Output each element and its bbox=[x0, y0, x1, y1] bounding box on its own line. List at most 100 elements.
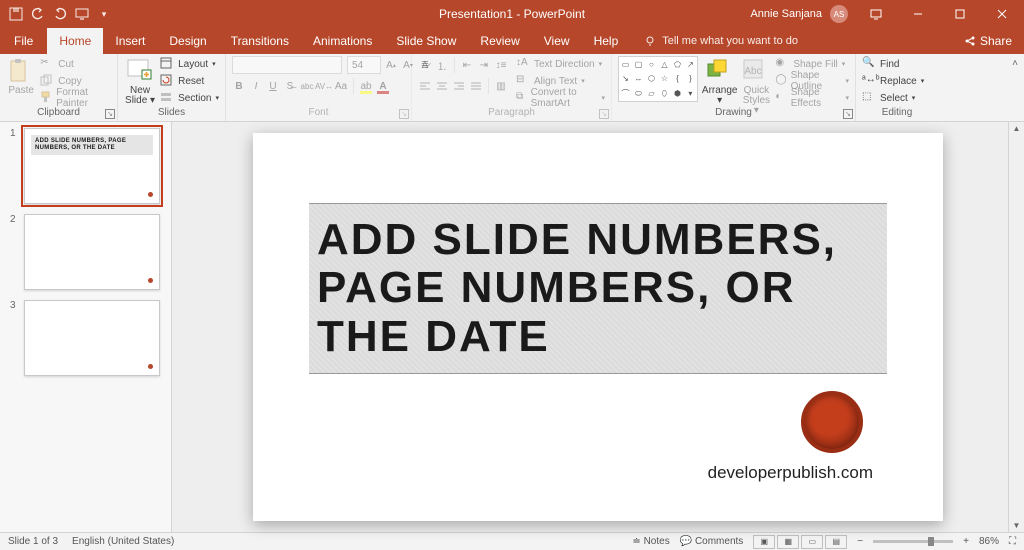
font-size-input[interactable]: 54 bbox=[347, 56, 381, 74]
notes-button[interactable]: ≐ Notes bbox=[632, 536, 669, 547]
title-bar: ▾ Presentation1 - PowerPoint Annie Sanja… bbox=[0, 0, 1024, 28]
thumbnail-slide-2[interactable] bbox=[24, 214, 160, 290]
paste-button[interactable]: Paste bbox=[6, 56, 36, 96]
arrange-button[interactable]: Arrange ▾ bbox=[702, 56, 738, 106]
reading-view-button[interactable]: ▭ bbox=[801, 535, 823, 549]
user-name[interactable]: Annie Sanjana bbox=[744, 8, 828, 20]
group-font-label: Font bbox=[226, 106, 411, 120]
highlight-icon[interactable]: ab bbox=[359, 79, 373, 93]
justify-icon[interactable] bbox=[469, 79, 483, 93]
columns-icon[interactable]: ▥ bbox=[494, 79, 508, 93]
arrange-icon bbox=[706, 58, 734, 84]
drawing-dialog-launcher[interactable]: ↘ bbox=[843, 109, 853, 119]
stamp-dot-icon bbox=[148, 364, 153, 369]
bullets-icon[interactable]: ≣ bbox=[418, 58, 432, 72]
shape-effects-button[interactable]: ◐Shape Effects ▾ bbox=[775, 90, 849, 106]
tab-insert[interactable]: Insert bbox=[103, 28, 157, 54]
underline-icon[interactable]: U bbox=[266, 79, 280, 93]
tab-home[interactable]: Home bbox=[47, 28, 103, 54]
ribbon-display-options-icon[interactable] bbox=[856, 0, 896, 28]
user-avatar[interactable]: AS bbox=[830, 5, 848, 23]
share-button[interactable]: Share bbox=[952, 28, 1024, 54]
replace-button[interactable]: ᵃ↔ᵇReplace ▾ bbox=[862, 73, 924, 89]
start-from-beginning-icon[interactable] bbox=[74, 6, 90, 22]
format-painter-button[interactable]: Format Painter bbox=[40, 90, 111, 106]
undo-icon[interactable] bbox=[30, 6, 46, 22]
layout-button[interactable]: Layout ▾ bbox=[160, 56, 219, 72]
zoom-level[interactable]: 86% bbox=[979, 536, 999, 547]
shapes-gallery[interactable]: ▭▢○△⬠↗ ↘↔⬡☆{} ⌒⬭▱⬯⬢▾ bbox=[618, 56, 698, 102]
decrease-indent-icon[interactable]: ⇤ bbox=[460, 58, 474, 72]
fit-to-window-button[interactable]: ⛶ bbox=[1009, 536, 1016, 547]
cut-icon: ✂ bbox=[40, 57, 54, 71]
line-spacing-icon[interactable]: ↕≡ bbox=[494, 58, 508, 72]
language-indicator[interactable]: English (United States) bbox=[72, 536, 174, 547]
reset-button[interactable]: Reset bbox=[160, 73, 219, 89]
zoom-out-button[interactable]: − bbox=[857, 536, 863, 547]
slide-counter[interactable]: Slide 1 of 3 bbox=[8, 536, 58, 547]
shape-effects-icon: ◐ bbox=[775, 91, 786, 105]
thumbnail-1[interactable]: 1 ADD SLIDE NUMBERS, PAGE NUMBERS, OR TH… bbox=[10, 128, 161, 204]
save-icon[interactable] bbox=[8, 6, 24, 22]
tell-me[interactable]: Tell me what you want to do bbox=[630, 28, 798, 54]
clipboard-dialog-launcher[interactable]: ↘ bbox=[105, 109, 115, 119]
font-family-input[interactable] bbox=[232, 56, 342, 74]
tab-view[interactable]: View bbox=[532, 28, 582, 54]
font-color-icon[interactable]: A bbox=[376, 79, 390, 93]
collapse-ribbon-icon[interactable]: ˄ bbox=[1012, 58, 1018, 69]
scroll-up-icon[interactable]: ▲ bbox=[1013, 124, 1021, 133]
thumbnail-2[interactable]: 2 bbox=[10, 214, 161, 290]
redo-icon[interactable] bbox=[52, 6, 68, 22]
text-shadow-icon[interactable]: abc bbox=[300, 79, 314, 93]
font-dialog-launcher[interactable]: ↘ bbox=[399, 109, 409, 119]
select-button[interactable]: ⬚Select ▾ bbox=[862, 90, 924, 106]
slide-title-placeholder[interactable]: ADD SLIDE NUMBERS, PAGE NUMBERS, OR THE … bbox=[309, 203, 887, 374]
new-slide-label: New Slide ▾ bbox=[124, 86, 156, 106]
find-button[interactable]: 🔍Find bbox=[862, 56, 924, 72]
align-left-icon[interactable] bbox=[418, 79, 432, 93]
increase-font-icon[interactable]: A▴ bbox=[384, 58, 398, 72]
strikethrough-icon[interactable]: S̶ bbox=[283, 79, 297, 93]
new-slide-button[interactable]: New Slide ▾ bbox=[124, 56, 156, 106]
thumbnail-slide-1[interactable]: ADD SLIDE NUMBERS, PAGE NUMBERS, OR THE … bbox=[24, 128, 160, 204]
cut-button[interactable]: ✂Cut bbox=[40, 56, 111, 72]
convert-smartart-button[interactable]: ⧉Convert to SmartArt ▾ bbox=[516, 90, 605, 106]
minimize-button[interactable] bbox=[898, 0, 938, 28]
slide-canvas-area: ADD SLIDE NUMBERS, PAGE NUMBERS, OR THE … bbox=[172, 122, 1024, 532]
change-case-icon[interactable]: Aa bbox=[334, 79, 348, 93]
tab-design[interactable]: Design bbox=[157, 28, 218, 54]
maximize-button[interactable] bbox=[940, 0, 980, 28]
char-spacing-icon[interactable]: AV↔ bbox=[317, 79, 331, 93]
numbering-icon[interactable]: ⒈ bbox=[435, 58, 449, 72]
close-button[interactable] bbox=[982, 0, 1022, 28]
tab-transitions[interactable]: Transitions bbox=[219, 28, 301, 54]
zoom-slider[interactable] bbox=[873, 540, 953, 543]
slideshow-button[interactable]: ▤ bbox=[825, 535, 847, 549]
tab-animations[interactable]: Animations bbox=[301, 28, 384, 54]
tab-slide-show[interactable]: Slide Show bbox=[384, 28, 468, 54]
paragraph-dialog-launcher[interactable]: ↘ bbox=[599, 109, 609, 119]
thumbnail-slide-3[interactable] bbox=[24, 300, 160, 376]
thumbnail-3[interactable]: 3 bbox=[10, 300, 161, 376]
text-direction-button[interactable]: ↕AText Direction ▾ bbox=[516, 56, 605, 72]
vertical-scrollbar[interactable]: ▲ ▼ bbox=[1008, 122, 1024, 532]
file-tab[interactable]: File bbox=[0, 28, 47, 54]
zoom-in-button[interactable]: + bbox=[963, 536, 969, 547]
increase-indent-icon[interactable]: ⇥ bbox=[477, 58, 491, 72]
bold-icon[interactable]: B bbox=[232, 79, 246, 93]
comments-button[interactable]: 💬 Comments bbox=[680, 536, 744, 547]
slide[interactable]: ADD SLIDE NUMBERS, PAGE NUMBERS, OR THE … bbox=[253, 133, 943, 521]
tab-review[interactable]: Review bbox=[468, 28, 531, 54]
scroll-down-icon[interactable]: ▼ bbox=[1013, 521, 1021, 530]
italic-icon[interactable]: I bbox=[249, 79, 263, 93]
section-button[interactable]: Section ▾ bbox=[160, 90, 219, 106]
normal-view-button[interactable]: ▣ bbox=[753, 535, 775, 549]
align-right-icon[interactable] bbox=[452, 79, 466, 93]
group-slides-label: Slides bbox=[118, 106, 225, 120]
qat-customize-icon[interactable]: ▾ bbox=[96, 6, 112, 22]
group-paragraph-label: Paragraph bbox=[412, 106, 611, 120]
align-center-icon[interactable] bbox=[435, 79, 449, 93]
tab-help[interactable]: Help bbox=[582, 28, 631, 54]
slide-sorter-button[interactable]: ▦ bbox=[777, 535, 799, 549]
stamp-circle-icon bbox=[801, 391, 863, 453]
